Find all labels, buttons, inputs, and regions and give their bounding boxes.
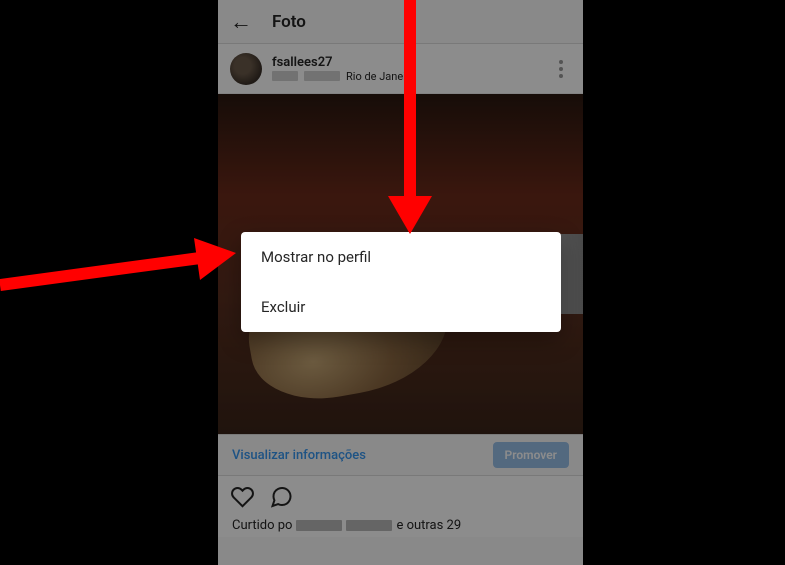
- options-dialog: Mostrar no perfil Excluir: [241, 232, 561, 332]
- annotation-arrow-left: [0, 230, 240, 300]
- option-delete[interactable]: Excluir: [241, 282, 561, 332]
- option-show-on-profile[interactable]: Mostrar no perfil: [241, 232, 561, 282]
- annotation-arrow-top: [380, 0, 440, 236]
